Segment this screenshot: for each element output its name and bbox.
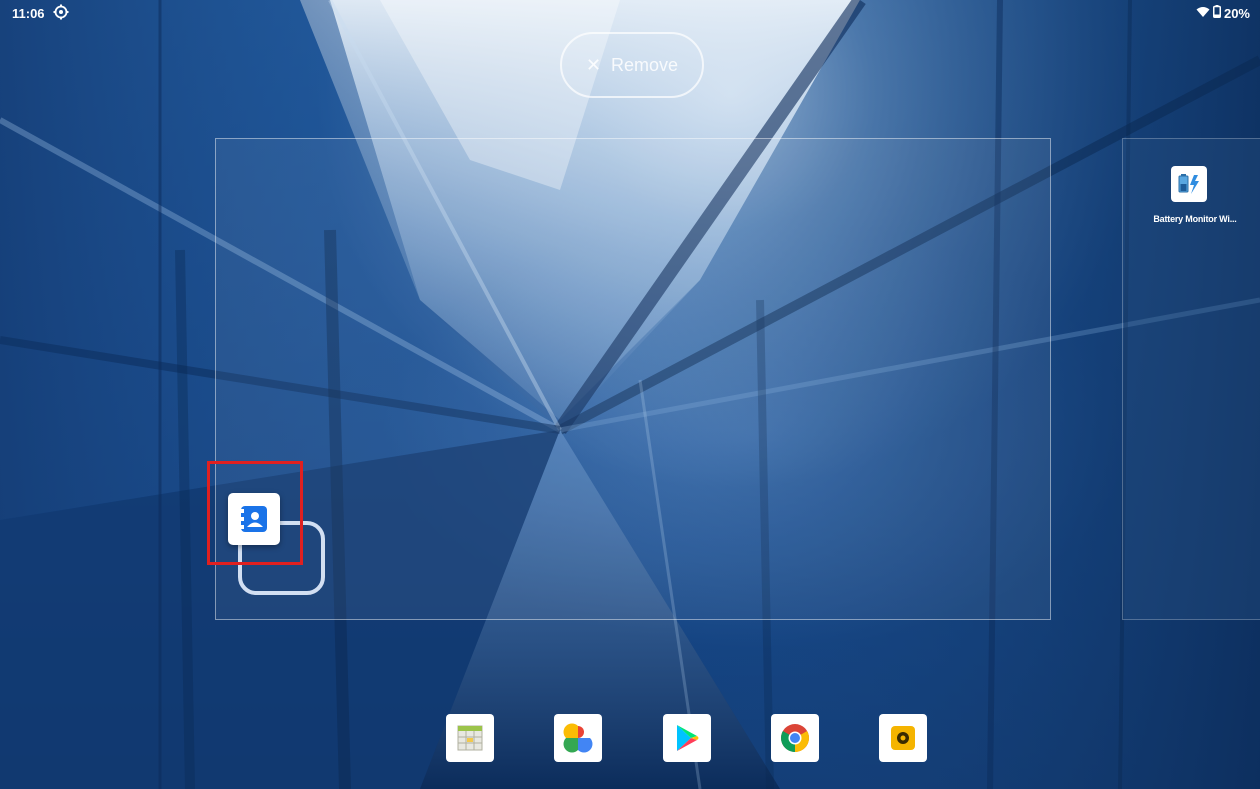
home-screen-edit-mode: 11:06 20% ✕ Remove Battery Monitor Wi... [0, 0, 1260, 789]
highlight-box [207, 461, 303, 565]
battery-monitor-icon[interactable] [1171, 166, 1207, 202]
google-photos-icon[interactable] [554, 714, 602, 762]
google-play-icon[interactable] [663, 714, 711, 762]
battery-icon [1212, 5, 1221, 21]
settings-gear-icon [53, 4, 69, 24]
camera-app-icon[interactable] [879, 714, 927, 762]
wifi-icon [1196, 6, 1210, 21]
close-icon: ✕ [585, 54, 602, 75]
dock [446, 714, 928, 764]
chrome-icon[interactable] [771, 714, 819, 762]
remove-drop-target[interactable]: ✕ Remove [560, 32, 704, 98]
sheets-app-icon[interactable] [446, 714, 494, 762]
home-page-outline[interactable] [215, 138, 1051, 620]
next-page-preview[interactable] [1122, 138, 1260, 620]
status-time: 11:06 [12, 6, 45, 21]
status-bar: 11:06 20% [0, 0, 1260, 28]
battery-monitor-label: Battery Monitor Wi... [1153, 214, 1237, 224]
remove-label: Remove [611, 54, 679, 75]
status-indicators: 20% [1196, 5, 1250, 21]
battery-percent: 20% [1223, 5, 1250, 21]
